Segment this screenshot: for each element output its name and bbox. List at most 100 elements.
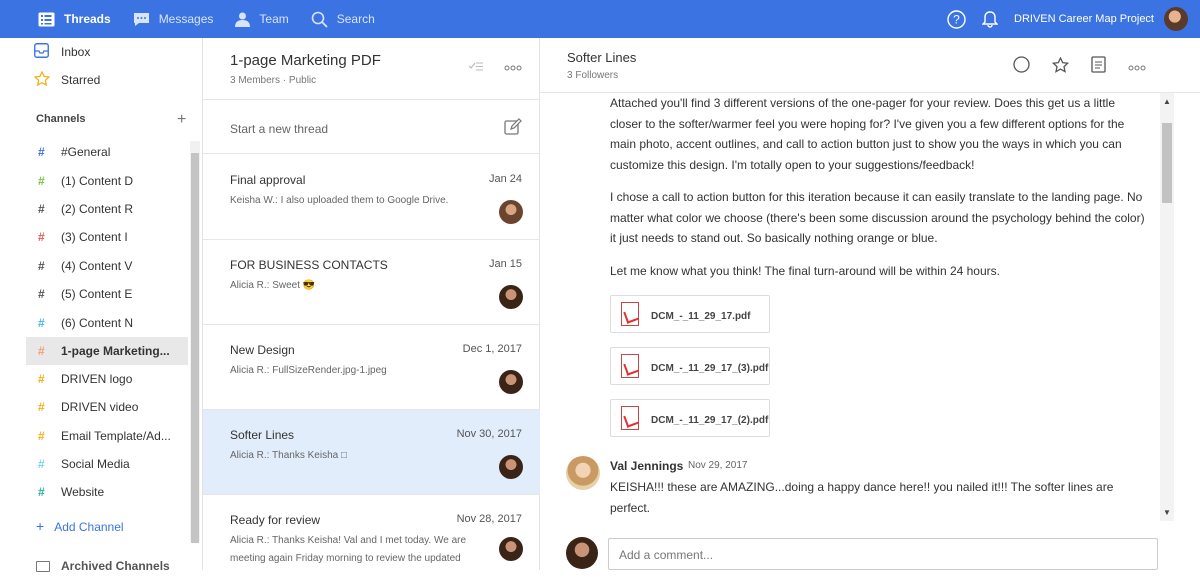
thread-item[interactable]: New Design Dec 1, 2017 Alicia R.: FullSi… — [203, 325, 540, 410]
hash-icon: # — [38, 485, 45, 499]
thread-title: Final approval — [230, 173, 306, 187]
sidebar: Inbox Starred Channels + # #General # (1) … — [0, 38, 203, 573]
pdf-attachment[interactable]: DCM_-_11_29_17_(3).pdf — [610, 347, 770, 385]
channel-item[interactable]: # (4) Content V — [26, 252, 188, 280]
pdf-attachment[interactable]: DCM_-_11_29_17.pdf — [610, 295, 770, 333]
thread-preview: Alicia R.: Thanks Keisha □ — [230, 450, 348, 461]
project-name[interactable]: DRIVEN Career Map Project — [1014, 13, 1154, 25]
comment-text: KEISHA!!! these are AMAZING...doing a ha… — [610, 480, 1114, 515]
thread-date: Nov 28, 2017 — [456, 513, 522, 525]
channel-item-active[interactable]: #1-page Marketing... — [26, 337, 188, 365]
inbox-icon — [34, 43, 49, 61]
thread-preview: Alicia R.: Thanks Keisha! Val and I met … — [230, 535, 467, 564]
attachment-filename: DCM_-_11_29_17.pdf — [651, 311, 751, 322]
checklist-icon[interactable] — [468, 60, 484, 75]
comment-input[interactable]: Add a comment... — [608, 538, 1158, 570]
channel-name: (5) Content E — [61, 287, 133, 301]
thread-preview: Alicia R.: FullSizeRender.jpg-1.jpeg — [230, 365, 387, 376]
nav-search[interactable]: Search — [311, 0, 387, 38]
star-icon — [33, 70, 51, 89]
main-nav: Threads Messages Team Search — [38, 0, 387, 38]
thread-preview: Alicia R.: Sweet 😎 — [230, 280, 316, 291]
hash-icon: # — [38, 145, 45, 159]
star-icon[interactable] — [1051, 55, 1070, 78]
avatar — [499, 455, 523, 479]
comment-author[interactable]: Val Jennings — [610, 459, 683, 473]
thread-item[interactable]: Final approval Jan 24 Keisha W.: I also … — [203, 155, 540, 240]
thread-date: Jan 24 — [488, 173, 522, 185]
channel-item[interactable]: # Social Media — [26, 450, 188, 478]
thread-title: FOR BUSINESS CONTACTS — [230, 258, 388, 272]
attachment-filename: DCM_-_11_29_17_(3).pdf — [651, 363, 769, 374]
complete-circle-icon[interactable] — [1013, 56, 1030, 78]
message-paragraph: I chose a call to action button for this… — [610, 190, 1145, 245]
channel-item[interactable]: # (6) Content N — [26, 309, 188, 337]
new-thread-input[interactable]: Start a new thread — [203, 108, 540, 154]
archived-label: Archived Channels — [61, 559, 170, 573]
channel-item[interactable]: # (1) Content D — [26, 167, 188, 195]
user-avatar[interactable] — [1164, 7, 1188, 31]
channel-item[interactable]: # (5) Content E — [26, 280, 188, 308]
channel-item[interactable]: # Email Template/Ad... — [26, 422, 188, 450]
thread-preview: Keisha W.: I also uploaded them to Googl… — [230, 195, 449, 206]
help-icon[interactable]: ? — [947, 9, 966, 29]
hash-icon: # — [38, 457, 45, 471]
nav-team[interactable]: Team — [235, 0, 306, 38]
notes-icon[interactable] — [1091, 56, 1106, 78]
compose-icon[interactable] — [504, 118, 522, 141]
avatar — [499, 285, 523, 309]
channel-title: 1-page Marketing PDF — [230, 52, 381, 69]
pdf-icon — [621, 406, 639, 430]
channel-item[interactable]: # (2) Content R — [26, 195, 188, 223]
avatar — [499, 200, 523, 224]
thread-item[interactable]: Ready for review Nov 28, 2017 Alicia R.:… — [203, 495, 540, 580]
channel-name: #General — [61, 145, 111, 159]
hash-icon: # — [38, 202, 45, 216]
add-channel-plus-icon[interactable]: + — [177, 111, 186, 129]
message-paragraph: Let me know what you think! The final tu… — [610, 264, 1000, 278]
hash-icon: # — [38, 400, 45, 414]
channel-item[interactable]: # (3) Content I — [26, 223, 188, 251]
avatar — [566, 537, 598, 569]
hash-icon: # — [38, 316, 45, 330]
channel-name: (4) Content V — [61, 259, 133, 273]
sidebar-scrollbar[interactable] — [190, 141, 200, 543]
scrollbar-thumb[interactable] — [191, 153, 199, 543]
detail-scrollbar[interactable]: ▲ ▼ — [1160, 93, 1174, 521]
avatar — [499, 370, 523, 394]
nav-threads[interactable]: Threads — [38, 0, 129, 38]
channel-name: DRIVEN logo — [61, 372, 133, 386]
threads-icon — [38, 12, 55, 27]
thread-item-selected[interactable]: Softer Lines Nov 30, 2017 Alicia R.: Tha… — [203, 410, 540, 495]
hash-icon: # — [38, 429, 45, 443]
thread-item[interactable]: FOR BUSINESS CONTACTS Jan 15 Alicia R.: … — [203, 240, 540, 325]
channel-item[interactable]: # #General — [26, 138, 188, 166]
thread-detail-panel: Softer Lines 3 Followers Attached you'll… — [540, 38, 1200, 570]
channel-item[interactable]: # DRIVEN video — [26, 393, 188, 421]
channel-name: (6) Content N — [61, 316, 134, 330]
pdf-attachment[interactable]: DCM_-_11_29_17_(2).pdf — [610, 399, 770, 437]
channel-item[interactable]: # DRIVEN logo — [26, 365, 188, 393]
hash-icon: # — [38, 259, 45, 273]
nav-messages[interactable]: Messages — [133, 0, 232, 38]
archived-channels[interactable]: Archived Channels — [36, 559, 170, 573]
add-channel-button[interactable]: + Add Channel — [36, 518, 124, 534]
bell-icon[interactable] — [982, 10, 998, 28]
channels-heading: Channels — [36, 113, 86, 125]
avatar — [566, 456, 600, 490]
attachment-filename: DCM_-_11_29_17_(2).pdf — [651, 415, 769, 426]
more-options-icon[interactable] — [504, 60, 522, 75]
scroll-up-arrow-icon[interactable]: ▲ — [1163, 97, 1171, 106]
channel-item[interactable]: # Website — [26, 478, 188, 506]
thread-list-panel: 1-page Marketing PDF 3 Members · Public … — [203, 38, 540, 570]
message-paragraph: Attached you'll find 3 different version… — [610, 96, 1125, 172]
thread-title: Ready for review — [230, 513, 321, 527]
more-options-icon[interactable] — [1128, 58, 1146, 76]
scroll-down-arrow-icon[interactable]: ▼ — [1163, 508, 1171, 517]
nav-team-label: Team — [259, 12, 289, 26]
comment-date: Nov 29, 2017 — [688, 460, 748, 471]
channel-name: 1-page Marketing... — [61, 344, 170, 358]
scrollbar-thumb[interactable] — [1162, 123, 1172, 203]
sidebar-item-label: Inbox — [61, 45, 91, 59]
messages-icon — [133, 12, 150, 27]
